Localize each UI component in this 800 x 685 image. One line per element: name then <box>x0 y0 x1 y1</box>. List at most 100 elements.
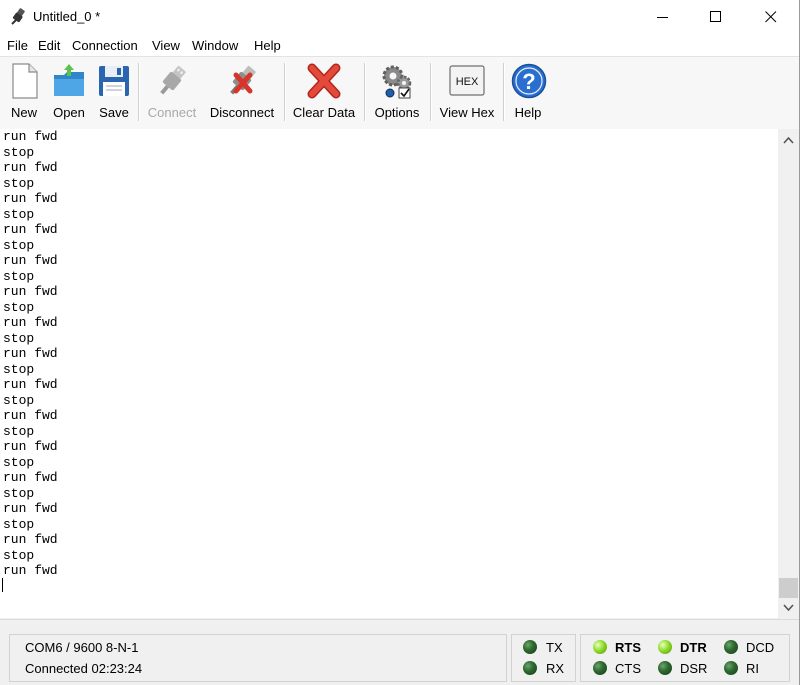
vertical-scrollbar[interactable] <box>778 129 799 618</box>
close-button[interactable] <box>748 0 794 34</box>
scroll-thumb[interactable] <box>779 578 798 598</box>
save-button[interactable]: Save <box>94 59 134 125</box>
open-label: Open <box>53 105 85 120</box>
hex-icon: HEX <box>449 64 485 98</box>
terminal-line: run fwd <box>3 191 58 206</box>
terminal-line: run fwd <box>3 501 58 516</box>
menu-edit[interactable]: Edit <box>38 38 60 54</box>
disconnect-label: Disconnect <box>209 105 275 120</box>
terminal-line: stop <box>3 175 35 191</box>
help-label: Help <box>514 105 542 120</box>
disconnect-button[interactable]: Disconnect <box>205 59 279 125</box>
hex-icon-text: HEX <box>456 76 479 88</box>
terminal-line: run fwd <box>3 563 58 578</box>
tx-led-icon <box>523 640 537 654</box>
terminal-line: run fwd <box>3 532 58 547</box>
view-hex-button[interactable]: HEX View Hex <box>435 59 499 125</box>
menu-connection[interactable]: Connection <box>72 38 138 54</box>
terminal-line: run fwd <box>3 408 58 423</box>
red-x-icon <box>307 63 341 99</box>
connect-button[interactable]: Connect <box>144 59 200 125</box>
terminal-output[interactable]: run fwd stop run fwd stop run fwd stop run fwd… <box>0 129 778 618</box>
toolbar-separator <box>364 63 366 121</box>
terminal-line: stop <box>3 547 35 563</box>
status-bar: COM6 / 9600 8-N-1 Connected 02:23:24 TX … <box>0 619 799 685</box>
clear-data-button[interactable]: Clear Data <box>289 59 359 125</box>
dtr-led-icon[interactable] <box>658 640 672 654</box>
terminal-line: run fwd <box>3 284 58 299</box>
rts-led-icon[interactable] <box>593 640 607 654</box>
terminal-line: stop <box>3 330 35 346</box>
options-label: Options <box>374 105 420 120</box>
help-button[interactable]: ? Help <box>508 59 548 125</box>
minimize-button[interactable] <box>640 0 686 34</box>
cts-led-icon <box>593 661 607 675</box>
terminal-line: run fwd <box>3 470 58 485</box>
scroll-up-button[interactable] <box>778 131 799 148</box>
data-leds-panel: TX RX <box>511 634 576 682</box>
maximize-button[interactable] <box>693 0 739 34</box>
gears-icon <box>380 63 414 99</box>
scroll-down-button[interactable] <box>778 599 799 616</box>
open-button[interactable]: Open <box>48 59 90 125</box>
minimize-icon <box>657 17 668 18</box>
terminal-line: stop <box>3 454 35 470</box>
rts-label[interactable]: RTS <box>615 640 641 655</box>
new-label: New <box>10 105 37 120</box>
terminal-line: stop <box>3 237 35 253</box>
cts-label: CTS <box>615 661 641 676</box>
usb-disconnect-icon <box>225 63 259 99</box>
app-window: Untitled_0 * File Edit Connection View W… <box>0 0 800 685</box>
toolbar-separator <box>284 63 286 121</box>
window-title: Untitled_0 * <box>33 9 101 24</box>
menu-bar: File Edit Connection View Window Help <box>0 34 799 56</box>
chevron-down-icon <box>783 604 794 612</box>
toolbar-separator <box>430 63 432 121</box>
toolbar: New Open Save Connect Disconnect Clear D… <box>0 56 799 130</box>
dsr-led-icon <box>658 661 672 675</box>
connection-status-panel: COM6 / 9600 8-N-1 Connected 02:23:24 <box>9 634 507 682</box>
close-icon <box>765 11 777 23</box>
ri-led-icon <box>724 661 738 675</box>
options-button[interactable]: Options <box>369 59 425 125</box>
chevron-up-icon <box>783 136 794 144</box>
toolbar-separator <box>138 63 140 121</box>
menu-window[interactable]: Window <box>192 38 238 54</box>
terminal-line: run fwd <box>3 222 58 237</box>
terminal-line: run fwd <box>3 160 58 175</box>
usb-plug-icon <box>10 8 28 26</box>
clear-data-label: Clear Data <box>292 105 356 120</box>
floppy-disk-icon <box>97 63 131 99</box>
terminal-line: stop <box>3 516 35 532</box>
ri-label: RI <box>746 661 759 676</box>
dcd-label: DCD <box>746 640 775 655</box>
dsr-label: DSR <box>680 661 708 676</box>
terminal-line: stop <box>3 299 35 315</box>
dtr-label[interactable]: DTR <box>680 640 707 655</box>
help-icon-text: ? <box>522 69 535 94</box>
terminal-line: stop <box>3 423 35 439</box>
usb-plug-icon <box>155 63 189 99</box>
terminal-line: stop <box>3 361 35 377</box>
terminal-line: stop <box>3 268 35 284</box>
terminal-line: run fwd <box>3 346 58 361</box>
menu-file[interactable]: File <box>7 38 28 54</box>
title-bar[interactable]: Untitled_0 * <box>0 0 799 34</box>
terminal-line: stop <box>3 392 35 408</box>
maximize-icon <box>710 11 721 22</box>
menu-view[interactable]: View <box>152 38 180 54</box>
port-info: COM6 / 9600 8-N-1 <box>25 640 139 655</box>
new-document-icon <box>7 63 41 99</box>
terminal-line: run fwd <box>3 129 58 144</box>
question-icon: ? <box>511 63 547 99</box>
dcd-led-icon <box>724 640 738 654</box>
menu-help[interactable]: Help <box>254 38 281 54</box>
tx-label: TX <box>546 640 563 655</box>
rx-label: RX <box>546 661 565 676</box>
toolbar-separator <box>503 63 505 121</box>
new-button[interactable]: New <box>4 59 44 125</box>
signal-leds-panel: RTS CTS DTR DSR DCD RI <box>580 634 790 682</box>
open-folder-icon <box>52 63 86 99</box>
terminal-line: stop <box>3 144 35 160</box>
connect-label: Connect <box>147 105 197 120</box>
